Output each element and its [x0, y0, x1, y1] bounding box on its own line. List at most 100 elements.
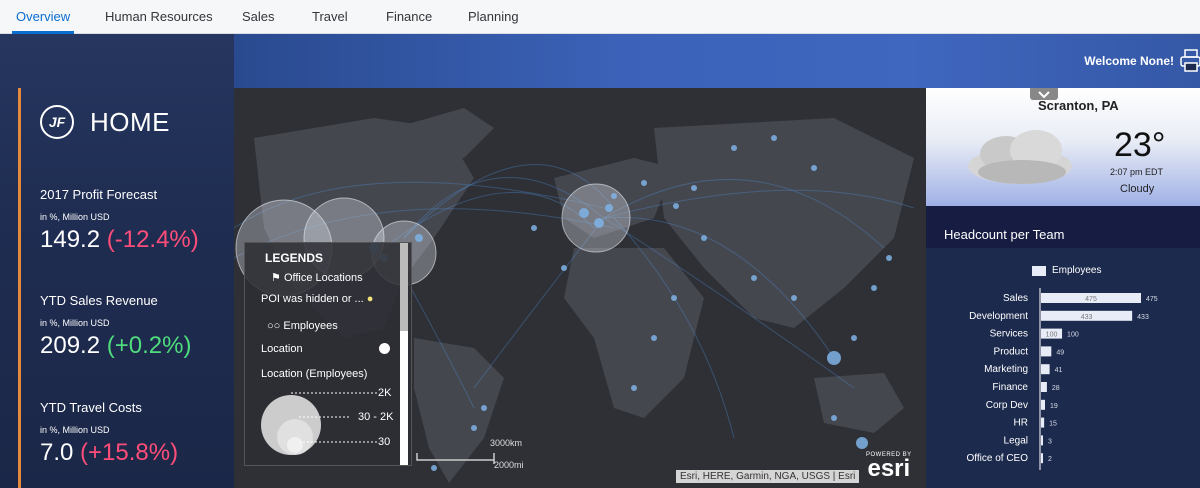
headcount-legend: Employees — [1032, 265, 1101, 276]
tab-planning[interactable]: Planning — [468, 0, 519, 34]
headcount-bar[interactable] — [1041, 399, 1045, 410]
category-label: Finance — [992, 382, 1028, 393]
header-banner — [234, 34, 1200, 88]
legend-poi-hidden-label: POI was hidden or ... — [261, 293, 364, 305]
tab-travel[interactable]: Travel — [312, 0, 348, 34]
category-label: Sales — [1003, 293, 1028, 304]
welcome-message: Welcome None! — [1084, 54, 1174, 68]
weather-widget: Scranton, PA 23° 2:07 pm EDT Cloudy — [926, 88, 1200, 206]
cloud-icon — [968, 130, 1072, 184]
africa-shape — [564, 248, 704, 418]
legend-size-2k: 2K — [378, 387, 392, 399]
category-label: Corp Dev — [986, 400, 1028, 411]
tab-finance[interactable]: Finance — [386, 0, 432, 34]
tab-overview[interactable]: Overview — [11, 0, 75, 34]
bar-value-label: 100 — [1067, 332, 1079, 339]
kpi-change: (+15.8%) — [80, 439, 179, 466]
legend-scrollbar-thumb[interactable] — [400, 243, 408, 331]
headcount-bar-chart: Sales 475 475 Development 433 433 Services 100 1… — [966, 288, 1158, 470]
headcount-bar[interactable] — [1041, 346, 1052, 357]
kpi-change: (-12.4%) — [106, 226, 199, 253]
headcount-bar[interactable] — [1041, 382, 1047, 392]
scale-mi: 2000mi — [494, 460, 524, 470]
headcount-legend-label: Employees — [1052, 265, 1102, 276]
location-dot-icon — [379, 343, 390, 354]
scale-km: 3000km — [490, 438, 523, 448]
legend-location-label: Location — [261, 343, 303, 355]
tab-human-resources[interactable]: Human Resources — [105, 0, 213, 34]
south-america-shape — [414, 338, 504, 483]
weather-temperature: 23° — [1114, 126, 1166, 164]
category-label: Product — [994, 346, 1029, 357]
map-attribution: Esri, HERE, Garmin, NGA, USGS | Esri — [676, 470, 860, 483]
australia-shape — [814, 373, 904, 433]
legend-title: LEGENDS — [265, 251, 324, 265]
kpi-value: 149.2 — [40, 226, 101, 253]
kpi-value: 7.0 — [40, 439, 74, 466]
legend-swatch — [1032, 265, 1046, 276]
legend-size-30-2k: 30 - 2K — [358, 411, 394, 423]
legend-location-employees: Location (Employees) — [261, 368, 367, 380]
kpi-value-row: 209.2 (+0.2%) — [40, 332, 191, 360]
weather-city: Scranton, PA — [1038, 98, 1119, 113]
bar-inner-label: 433 — [1081, 314, 1093, 321]
headcount-bar[interactable] — [1041, 453, 1043, 464]
kpi-label: YTD Travel Costs — [40, 400, 142, 415]
printer-icon[interactable] — [1180, 48, 1200, 74]
kpi-sales-revenue[interactable]: YTD Sales Revenue in %, Million USD 209.… — [40, 293, 191, 360]
kpi-unit: in %, Million USD — [40, 318, 110, 328]
bar-value-label: 15 — [1049, 421, 1057, 428]
kpi-profit-forecast[interactable]: 2017 Profit Forecast in %, Million USD 1… — [40, 187, 199, 254]
legend-employees: ○○ Employees — [267, 320, 338, 332]
kpi-value: 209.2 — [40, 332, 101, 359]
kpi-label: 2017 Profit Forecast — [40, 187, 158, 202]
legend-location: Location — [261, 343, 303, 355]
kpi-label: YTD Sales Revenue — [40, 293, 158, 308]
weather-time: 2:07 pm EDT — [1110, 167, 1164, 177]
kpi-change: (+0.2%) — [106, 332, 192, 359]
legend-office-locations: ⚑ Office Locations — [271, 271, 363, 284]
category-label: HR — [1014, 418, 1028, 429]
headcount-bar[interactable] — [1041, 364, 1050, 375]
bar-value-label: 475 — [1146, 296, 1158, 303]
headcount-title: Headcount per Team — [944, 227, 1065, 242]
legend-employees-label: Employees — [283, 320, 338, 332]
flag-icon: ⚑ — [271, 272, 281, 284]
home-header: JF HOME — [40, 104, 170, 140]
bar-value-label: 3 — [1048, 438, 1052, 445]
kpi-unit: in %, Million USD — [40, 212, 110, 222]
tab-sales[interactable]: Sales — [242, 0, 275, 34]
kpi-travel-costs[interactable]: YTD Travel Costs in %, Million USD 7.0 (… — [40, 400, 178, 467]
map-legend-panel[interactable]: LEGENDS ⚑ Office Locations POI was hidde… — [244, 242, 412, 466]
company-logo: JF — [40, 105, 74, 139]
kpi-unit: in %, Million USD — [40, 425, 110, 435]
pin-icon: ● — [366, 293, 374, 305]
legend-location-employees-label: Location (Employees) — [261, 368, 368, 380]
weather-condition: Cloudy — [1120, 183, 1155, 195]
bar-value-label: 28 — [1052, 385, 1060, 392]
headcount-header: Headcount per Team — [926, 206, 1200, 248]
headcount-bar[interactable] — [1041, 435, 1043, 446]
category-label: Services — [990, 329, 1028, 340]
esri-wordmark: esri — [867, 455, 911, 482]
bar-value-label: 49 — [1056, 349, 1064, 356]
esri-logo: POWERED BY esri — [866, 452, 912, 482]
kpi-value-row: 149.2 (-12.4%) — [40, 226, 199, 254]
kpi-value-row: 7.0 (+15.8%) — [40, 439, 178, 467]
legend-office-locations-label: Office Locations — [283, 272, 363, 284]
page-title: HOME — [90, 106, 170, 137]
bubbles-icon: ○○ — [267, 320, 281, 332]
headcount-chart-card: Headcount per Team Employees Sales 475 475… — [926, 206, 1200, 488]
bar-value-label: 433 — [1137, 314, 1149, 321]
legend-size-30: 30 — [378, 436, 391, 448]
accent-bar — [18, 88, 21, 488]
legend-poi-hidden: POI was hidden or ... ● — [261, 293, 373, 305]
bar-value-label: 41 — [1055, 367, 1063, 374]
bar-value-label: 19 — [1050, 403, 1058, 410]
top-tab-bar: Overview Human Resources Sales Travel Fi… — [0, 0, 1200, 34]
category-label: Development — [969, 311, 1028, 322]
category-label: Office of CEO — [966, 453, 1028, 464]
headcount-bar[interactable] — [1041, 417, 1045, 428]
bar-inner-label: 100 — [1046, 332, 1058, 339]
bar-value-label: 2 — [1048, 456, 1052, 463]
